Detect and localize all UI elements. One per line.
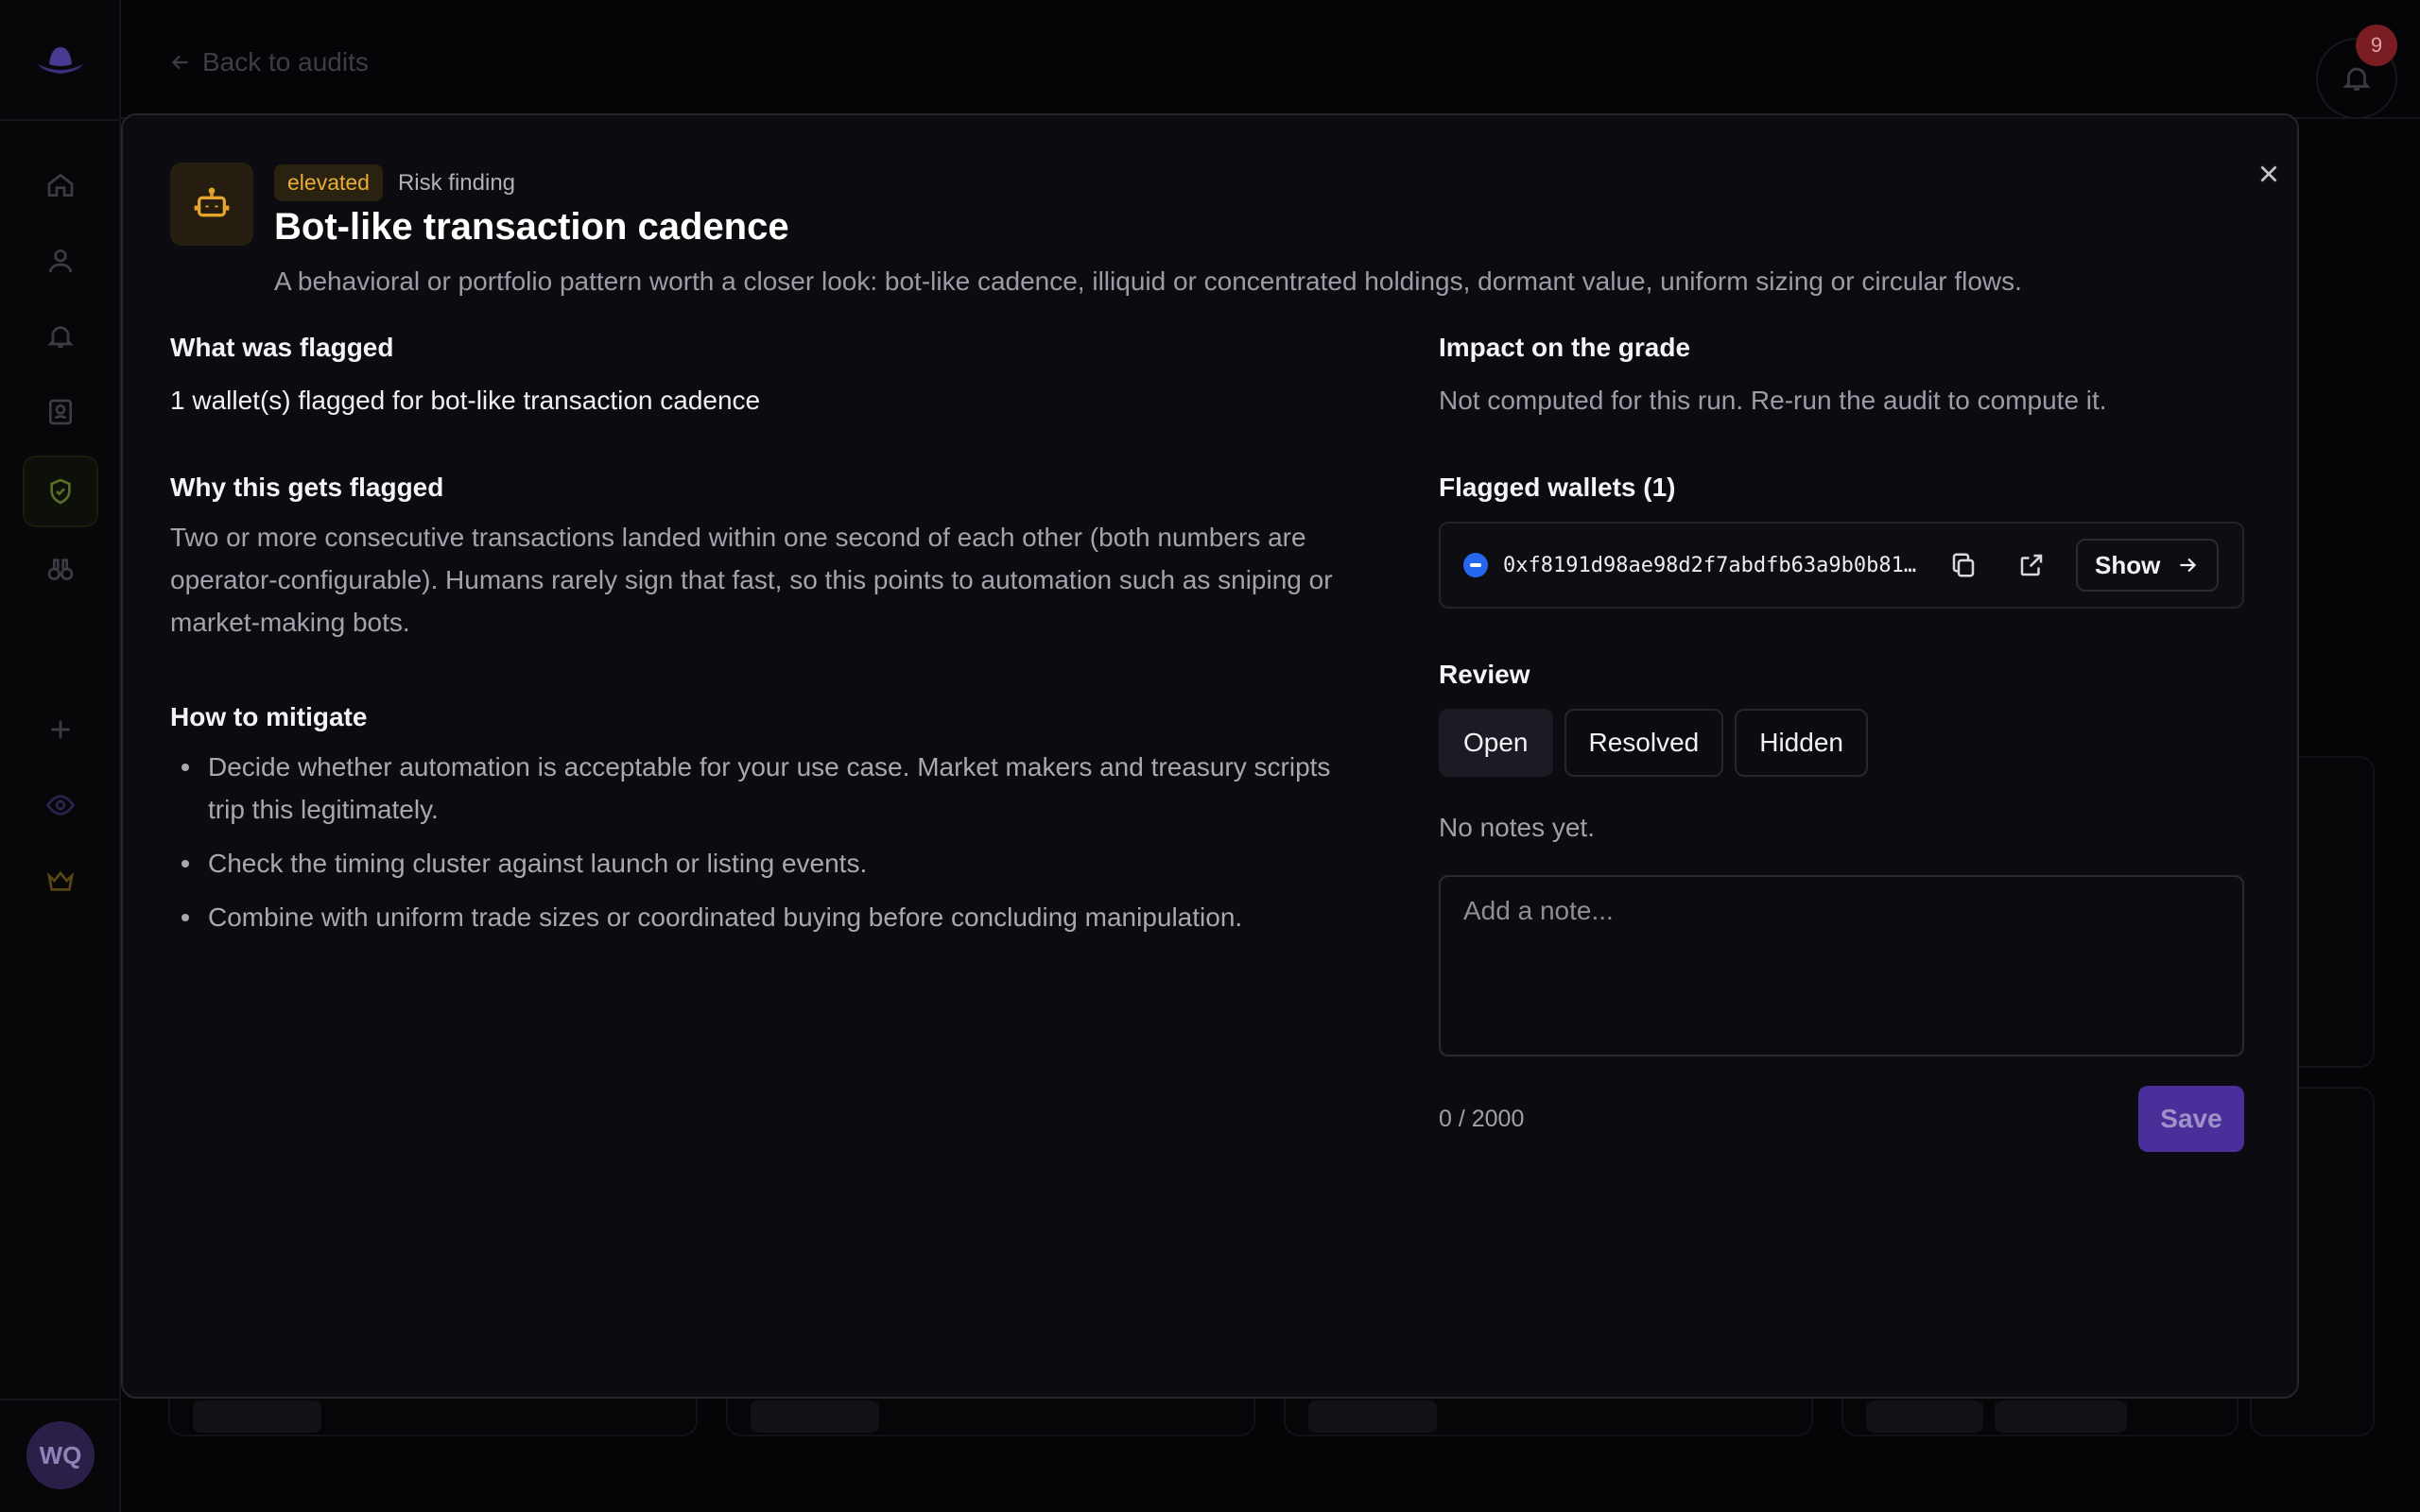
sidebar-item-audits[interactable] [23, 455, 98, 527]
hat-logo-icon[interactable] [34, 40, 87, 81]
review-heading: Review [1439, 660, 1530, 689]
finding-details: What was flagged 1 wallet(s) flagged for… [170, 333, 1371, 950]
sidebar-item-view[interactable] [38, 782, 83, 828]
note-input[interactable] [1439, 875, 2244, 1057]
sidebar-item-add[interactable] [38, 707, 83, 752]
background-chip [193, 1400, 321, 1433]
flagged-wallets-heading: Flagged wallets (1) [1439, 472, 1676, 502]
user-icon [49, 249, 72, 273]
why-flagged-text: Two or more consecutive transactions lan… [170, 523, 1333, 637]
close-button[interactable] [2240, 146, 2297, 202]
shield-check-icon [50, 478, 71, 505]
plus-icon [51, 720, 70, 739]
notification-count-badge: 9 [2356, 25, 2397, 66]
severity-badge: elevated [274, 164, 383, 201]
show-wallet-label: Show [2095, 550, 2161, 579]
background-chip [1995, 1400, 2127, 1433]
review-resolved-button[interactable]: Resolved [1564, 709, 1724, 777]
show-wallet-button[interactable]: Show [2076, 539, 2220, 592]
finding-title: Bot-like transaction cadence [274, 206, 789, 248]
list-item: Decide whether automation is acceptable … [170, 746, 1371, 831]
binoculars-icon [47, 558, 74, 580]
finding-meta: elevated Risk finding [274, 164, 515, 201]
background-chip [751, 1400, 879, 1433]
review-hidden-button[interactable]: Hidden [1735, 709, 1868, 777]
impact-text: Not computed for this run. Re-run the au… [1439, 386, 2107, 415]
char-counter: 0 / 2000 [1439, 1105, 1525, 1132]
background-chip [1866, 1400, 1983, 1433]
notes-empty-text: No notes yet. [1439, 813, 1595, 842]
list-item: Check the timing cluster against launch … [170, 842, 1371, 885]
sidebar-item-contacts[interactable] [38, 389, 83, 435]
mitigation-list: Decide whether automation is acceptable … [170, 746, 1371, 938]
back-to-audits-link[interactable]: Back to audits [168, 47, 369, 77]
bell-icon [2342, 67, 2371, 91]
finding-kind-label: Risk finding [397, 169, 516, 196]
why-flagged-heading: Why this gets flagged [170, 472, 444, 502]
save-button[interactable]: Save [2138, 1086, 2244, 1152]
review-status-group: Open Resolved Hidden [1439, 709, 2244, 777]
sidebar-divider [0, 119, 121, 121]
sidebar-divider [0, 1399, 121, 1400]
arrow-right-icon [2180, 558, 2197, 573]
mitigate-heading: How to mitigate [170, 702, 368, 731]
finding-type-tile [170, 163, 253, 246]
sidebar-item-alerts[interactable] [38, 314, 83, 359]
finding-actions: Impact on the grade Not computed for thi… [1439, 333, 2244, 1152]
copy-address-button[interactable] [1940, 541, 1987, 589]
sidebar-item-profile[interactable] [38, 238, 83, 284]
contact-card-icon [49, 399, 72, 425]
crown-icon [46, 870, 75, 891]
bell-icon [47, 326, 74, 348]
sidebar: WQ [0, 0, 121, 1512]
external-link-icon [2020, 554, 2043, 576]
eye-icon [46, 795, 75, 816]
sidebar-item-premium[interactable] [38, 858, 83, 903]
home-icon [47, 173, 74, 197]
impact-heading: Impact on the grade [1439, 333, 1691, 362]
chain-icon [1463, 553, 1488, 577]
sidebar-item-watch[interactable] [38, 546, 83, 592]
finding-subtitle: A behavioral or portfolio pattern worth … [274, 266, 2022, 296]
copy-icon [1952, 553, 1975, 577]
sidebar-item-home[interactable] [38, 163, 83, 208]
open-explorer-button[interactable] [2008, 541, 2055, 589]
what-flagged-text: 1 wallet(s) flagged for bot-like transac… [170, 386, 761, 415]
robot-icon [194, 187, 230, 217]
back-link-label: Back to audits [202, 47, 369, 77]
note-footer: 0 / 2000 Save [1439, 1086, 2244, 1152]
what-flagged-heading: What was flagged [170, 333, 394, 362]
wallet-row: 0xf8191d98ae98d2f7abdfb63a9b0b81… Show [1439, 522, 2244, 609]
close-icon [2260, 165, 2277, 182]
avatar[interactable]: WQ [26, 1421, 95, 1489]
wallet-address: 0xf8191d98ae98d2f7abdfb63a9b0b81… [1503, 553, 1917, 577]
arrow-left-icon [171, 55, 188, 70]
finding-modal: elevated Risk finding Bot-like transacti… [121, 113, 2299, 1399]
background-chip [1308, 1400, 1437, 1433]
top-bar: Back to audits 9 [121, 0, 2420, 119]
list-item: Combine with uniform trade sizes or coor… [170, 896, 1371, 938]
review-open-button[interactable]: Open [1439, 709, 1553, 777]
